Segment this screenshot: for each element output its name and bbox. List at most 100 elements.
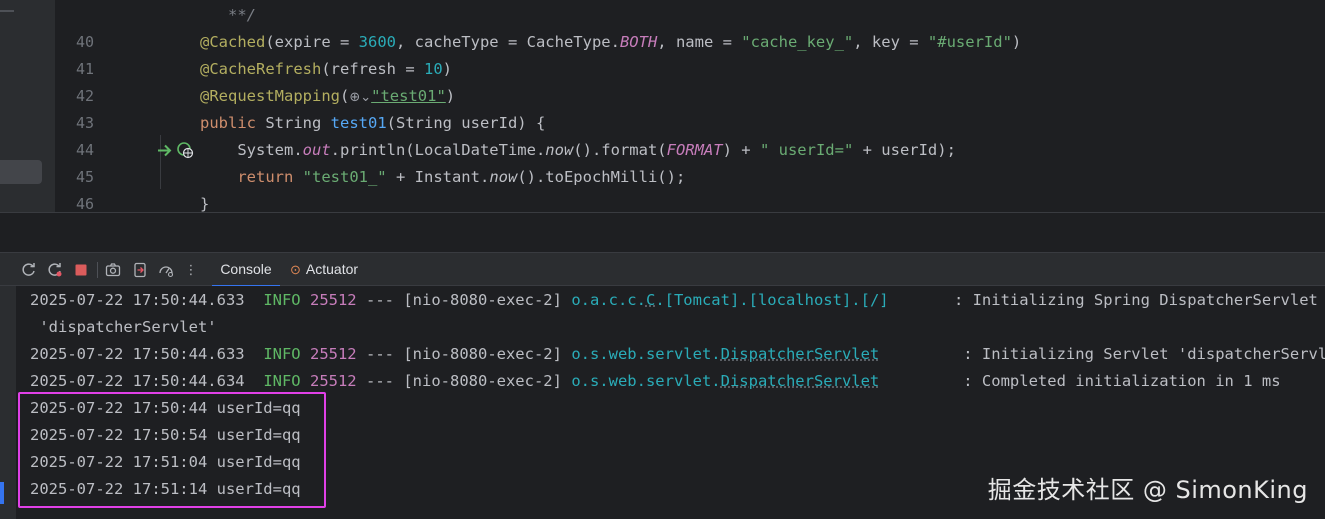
token: 3600 [358, 33, 396, 51]
token: System. [200, 141, 303, 159]
log-level: INFO [263, 345, 301, 363]
url-link[interactable]: "test01" [371, 87, 446, 105]
more-icon[interactable]: ⋮ [182, 261, 200, 279]
actuator-icon: ⊙ [290, 262, 301, 277]
log-sep: --- [356, 291, 404, 309]
code-line-44[interactable]: 44 public String test01(String userId) { [56, 110, 1325, 159]
code-line-42[interactable]: 42 @CacheRefresh(refresh = 10) [56, 56, 1325, 105]
token: (expire = [265, 33, 359, 51]
token: return [237, 168, 303, 186]
token: FORMAT [666, 141, 723, 159]
code-editor[interactable]: 40 **/ 41 @Cached(expire = 3600, cacheTy… [0, 0, 1325, 212]
token: .println(LocalDateTime. [330, 141, 546, 159]
logger-part: o.a.c.c. [571, 291, 646, 309]
token: , cacheType = CacheType. [395, 33, 620, 51]
token: 10 [423, 60, 443, 78]
log-timestamp: 2025-07-22 17:50:44.633 [30, 345, 245, 363]
log-level: INFO [263, 291, 301, 309]
log-pad [879, 372, 963, 390]
log-timestamp: 2025-07-22 17:50:44.633 [30, 291, 245, 309]
log-message: : Completed initialization in 1 ms [963, 372, 1281, 390]
token: test01 [330, 114, 387, 132]
token: @Cached [200, 33, 266, 51]
logger-part: DispatcherServlet [720, 372, 880, 390]
log-line: 2025-07-22 17:50:44.633 INFO 25512 --- [… [30, 341, 1325, 368]
token: + userId); [853, 141, 956, 159]
stop-icon[interactable] [72, 261, 90, 279]
tab-label: Actuator [305, 261, 359, 277]
log-pad [889, 291, 954, 309]
code-line-41[interactable]: 41 @Cached(expire = 3600, cacheType = Ca… [56, 29, 1325, 78]
token: ) [445, 87, 456, 105]
code-line-43[interactable]: 43 @RequestMapping(⊕⌄"test01") [56, 83, 1325, 132]
code-line-40[interactable]: 40 **/ [56, 2, 1325, 51]
log-pid: 25512 [309, 291, 357, 309]
token: ().toEpochMilli(); [517, 168, 686, 186]
panel-divider[interactable] [0, 212, 1325, 252]
token: + Instant. [386, 168, 490, 186]
toolbar-separator [97, 262, 98, 278]
rerun-failed-icon[interactable] [46, 261, 64, 279]
annotation-highlight-box [18, 392, 326, 508]
token: (refresh = [321, 60, 424, 78]
watermark: 掘金技术社区 @ SimonKing [987, 476, 1308, 504]
log-thread: [nio-8080-exec-2] [403, 291, 562, 309]
token: "test01_" [302, 168, 387, 186]
code-text: public String test01(String userId) { [200, 110, 545, 137]
tab-console[interactable]: Console [206, 253, 286, 287]
token: , name = [657, 33, 742, 51]
export-icon[interactable] [131, 261, 149, 279]
log-level: INFO [263, 372, 301, 390]
logger-part: C [645, 291, 656, 309]
token: ) + [722, 141, 760, 159]
token: "cache_key_" [741, 33, 854, 51]
logger-link[interactable]: o.a.c.c.C.[Tomcat].[localhost].[/] [571, 291, 888, 309]
tab-actuator[interactable]: ⊙ Actuator [290, 253, 380, 287]
token: "#userId" [927, 33, 1012, 51]
log-pad [879, 345, 963, 363]
log-line-continuation: 'dispatcherServlet' [30, 314, 217, 341]
log-message: 'dispatcherServlet' [30, 318, 217, 336]
logger-part: DispatcherServlet [720, 345, 880, 363]
token: ) [1011, 33, 1022, 51]
code-text: System.out.println(LocalDateTime.now().f… [200, 137, 956, 164]
log-thread: [nio-8080-exec-2] [403, 345, 562, 363]
token: public [200, 114, 266, 132]
token: ( [339, 87, 350, 105]
log-line: 2025-07-22 17:50:44.633 INFO 25512 --- [… [30, 287, 1318, 314]
token: (String userId) { [386, 114, 546, 132]
log-sep: --- [356, 345, 404, 363]
token: ) [442, 60, 452, 78]
logger-part: o.s.web.servlet. [571, 372, 721, 390]
token: now [545, 141, 574, 159]
logger-link[interactable]: o.s.web.servlet.DispatcherServlet [571, 345, 879, 363]
profiler-icon[interactable] [157, 261, 175, 279]
token: **/ [200, 6, 256, 24]
logger-link[interactable]: o.s.web.servlet.DispatcherServlet [571, 372, 879, 390]
token: @CacheRefresh [200, 60, 322, 78]
scroll-marker [0, 482, 4, 504]
log-message: : Initializing Servlet 'dispatcherServle… [963, 345, 1325, 363]
code-text: } [200, 191, 209, 212]
token: out [302, 141, 331, 159]
project-panel-strip [0, 0, 56, 212]
token: } [200, 195, 210, 212]
code-text: @RequestMapping(⊕⌄"test01") [200, 83, 455, 111]
selected-tree-item[interactable] [0, 160, 42, 184]
code-line-46[interactable]: 46 return "test01_" + Instant.now().toEp… [56, 164, 1325, 212]
log-pid: 25512 [309, 372, 357, 390]
token: ().format( [573, 141, 667, 159]
camera-icon[interactable] [104, 261, 122, 279]
globe-icon[interactable]: ⊕⌄ [349, 90, 371, 105]
token: now [489, 168, 518, 186]
logger-part: o.s.web.servlet. [571, 345, 721, 363]
log-message: : Initializing Spring DispatcherServlet [953, 291, 1318, 309]
code-line-47[interactable]: 47 } [56, 191, 1325, 212]
code-line-45[interactable]: 45 System.out.println(LocalDateTime.now(… [56, 137, 1325, 186]
code-text: **/ [200, 2, 256, 29]
code-text: @Cached(expire = 3600, cacheType = Cache… [200, 29, 1021, 56]
rerun-icon[interactable] [20, 261, 38, 279]
console-gutter [0, 286, 16, 519]
token: " userId=" [759, 141, 854, 159]
